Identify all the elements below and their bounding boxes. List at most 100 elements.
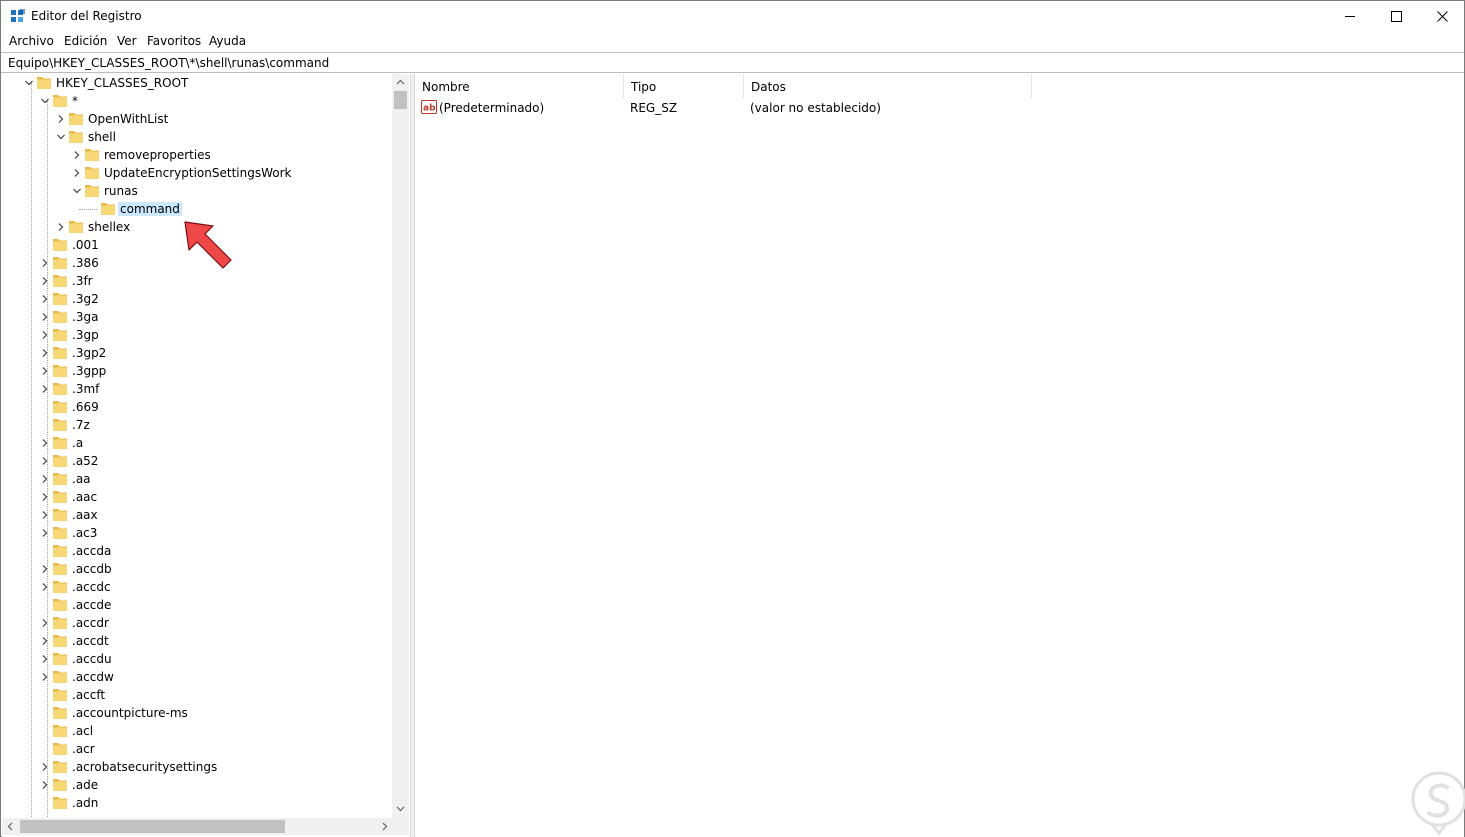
chevron-right-icon[interactable] bbox=[40, 258, 50, 268]
tree-node[interactable]: .3mf bbox=[2, 380, 392, 398]
chevron-right-icon[interactable] bbox=[40, 672, 50, 682]
tree-node[interactable]: runas bbox=[2, 182, 392, 200]
column-header-nombre[interactable]: Nombre bbox=[415, 74, 624, 98]
chevron-right-icon[interactable] bbox=[40, 564, 50, 574]
scroll-right-arrow-icon[interactable] bbox=[380, 822, 389, 831]
minimize-button[interactable] bbox=[1327, 1, 1373, 32]
tree-node[interactable]: .accft bbox=[2, 686, 392, 704]
chevron-right-icon[interactable] bbox=[40, 384, 50, 394]
chevron-right-icon[interactable] bbox=[40, 474, 50, 484]
tree-node-label: .accdc bbox=[72, 580, 111, 594]
tree-node-label: .aa bbox=[72, 472, 91, 486]
tree-node-label: .669 bbox=[72, 400, 99, 414]
tree-node[interactable]: OpenWithList bbox=[2, 110, 392, 128]
tree-node[interactable]: .accdt bbox=[2, 632, 392, 650]
column-header-datos[interactable]: Datos bbox=[744, 74, 1032, 98]
chevron-right-icon[interactable] bbox=[40, 276, 50, 286]
tree-node[interactable]: .accdc bbox=[2, 578, 392, 596]
scrollbar-corner bbox=[392, 818, 409, 835]
tree-node[interactable]: .accde bbox=[2, 596, 392, 614]
tree-node[interactable]: .adn bbox=[2, 794, 392, 812]
tree-node[interactable]: .accountpicture-ms bbox=[2, 704, 392, 722]
chevron-right-icon[interactable] bbox=[56, 222, 66, 232]
column-header-tipo[interactable]: Tipo bbox=[624, 74, 744, 98]
scroll-down-arrow-icon[interactable] bbox=[396, 804, 405, 813]
tree-node[interactable]: .7z bbox=[2, 416, 392, 434]
scroll-up-arrow-icon[interactable] bbox=[396, 78, 405, 87]
window-title: Editor del Registro bbox=[31, 9, 142, 23]
chevron-right-icon[interactable] bbox=[72, 150, 82, 160]
tree-node[interactable]: .3gp2 bbox=[2, 344, 392, 362]
tree-node[interactable]: UpdateEncryptionSettingsWork bbox=[2, 164, 392, 182]
menu-ver[interactable]: Ver bbox=[117, 34, 137, 48]
tree-node[interactable]: shell bbox=[2, 128, 392, 146]
tree-node[interactable]: .ade bbox=[2, 776, 392, 794]
chevron-down-icon[interactable] bbox=[56, 132, 66, 142]
tree-node[interactable]: .3g2 bbox=[2, 290, 392, 308]
chevron-right-icon[interactable] bbox=[40, 366, 50, 376]
tree-node[interactable]: .ac3 bbox=[2, 524, 392, 542]
tree-node[interactable]: .acl bbox=[2, 722, 392, 740]
chevron-right-icon[interactable] bbox=[40, 636, 50, 646]
chevron-right-icon[interactable] bbox=[40, 330, 50, 340]
column-header-label: Tipo bbox=[631, 80, 657, 94]
menu-edicion[interactable]: Edición bbox=[64, 34, 107, 48]
chevron-right-icon[interactable] bbox=[40, 762, 50, 772]
chevron-down-icon[interactable] bbox=[40, 96, 50, 106]
menu-favoritos[interactable]: Favoritos bbox=[147, 34, 201, 48]
address-bar[interactable]: Equipo\HKEY_CLASSES_ROOT\*\shell\runas\c… bbox=[1, 52, 1464, 73]
chevron-right-icon[interactable] bbox=[40, 492, 50, 502]
chevron-right-icon[interactable] bbox=[40, 438, 50, 448]
chevron-right-icon[interactable] bbox=[40, 456, 50, 466]
address-path[interactable]: Equipo\HKEY_CLASSES_ROOT\*\shell\runas\c… bbox=[8, 56, 329, 70]
chevron-down-icon[interactable] bbox=[24, 78, 34, 88]
chevron-right-icon[interactable] bbox=[40, 312, 50, 322]
tree-node[interactable]: .accdr bbox=[2, 614, 392, 632]
tree-node[interactable]: .aax bbox=[2, 506, 392, 524]
tree-node-label: .a52 bbox=[72, 454, 99, 468]
scroll-left-arrow-icon[interactable] bbox=[6, 822, 15, 831]
chevron-right-icon[interactable] bbox=[40, 528, 50, 538]
chevron-right-icon[interactable] bbox=[56, 114, 66, 124]
tree-node[interactable]: .aac bbox=[2, 488, 392, 506]
tree-node[interactable]: .accda bbox=[2, 542, 392, 560]
chevron-right-icon[interactable] bbox=[40, 582, 50, 592]
folder-icon bbox=[53, 509, 67, 521]
chevron-down-icon[interactable] bbox=[72, 186, 82, 196]
tree-node[interactable]: .a bbox=[2, 434, 392, 452]
chevron-right-icon[interactable] bbox=[40, 348, 50, 358]
menu-ayuda[interactable]: Ayuda bbox=[209, 34, 246, 48]
folder-icon bbox=[69, 221, 83, 233]
tree-node[interactable]: .669 bbox=[2, 398, 392, 416]
tree-node-label: .accdt bbox=[72, 634, 109, 648]
tree-node[interactable]: .a52 bbox=[2, 452, 392, 470]
folder-icon bbox=[53, 653, 67, 665]
horizontal-scroll-thumb[interactable] bbox=[20, 820, 285, 833]
tree-node[interactable]: removeproperties bbox=[2, 146, 392, 164]
chevron-right-icon[interactable] bbox=[40, 510, 50, 520]
tree-node[interactable]: .accdb bbox=[2, 560, 392, 578]
tree-node[interactable]: * bbox=[2, 92, 392, 110]
chevron-right-icon[interactable] bbox=[40, 618, 50, 628]
chevron-right-icon[interactable] bbox=[40, 654, 50, 664]
tree-node[interactable]: .3ga bbox=[2, 308, 392, 326]
tree-node[interactable]: .accdu bbox=[2, 650, 392, 668]
vertical-scroll-thumb[interactable] bbox=[394, 91, 407, 109]
tree-node[interactable]: .accdw bbox=[2, 668, 392, 686]
tree-node[interactable]: .acrobatsecuritysettings bbox=[2, 758, 392, 776]
tree-node[interactable]: .3gp bbox=[2, 326, 392, 344]
chevron-right-icon[interactable] bbox=[40, 294, 50, 304]
chevron-right-icon[interactable] bbox=[40, 780, 50, 790]
value-row[interactable]: ab (Predeterminado) REG_SZ (valor no est… bbox=[415, 99, 1464, 117]
tree-node-label: HKEY_CLASSES_ROOT bbox=[56, 76, 189, 90]
close-button[interactable] bbox=[1419, 1, 1465, 32]
menu-archivo[interactable]: Archivo bbox=[9, 34, 54, 48]
tree-horizontal-scrollbar[interactable] bbox=[2, 818, 392, 835]
tree-vertical-scrollbar[interactable] bbox=[392, 74, 409, 818]
tree-node[interactable]: .acr bbox=[2, 740, 392, 758]
chevron-right-icon[interactable] bbox=[72, 168, 82, 178]
tree-node[interactable]: .3gpp bbox=[2, 362, 392, 380]
tree-node[interactable]: HKEY_CLASSES_ROOT bbox=[2, 74, 392, 92]
tree-node[interactable]: .aa bbox=[2, 470, 392, 488]
maximize-button[interactable] bbox=[1373, 1, 1419, 32]
